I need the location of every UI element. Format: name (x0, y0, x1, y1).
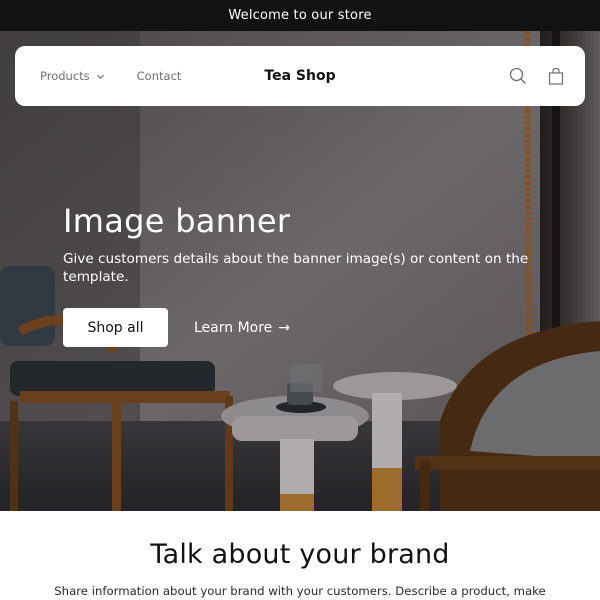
nav-item-contact[interactable]: Contact (137, 69, 182, 83)
learn-more-label: Learn More (194, 319, 273, 336)
brand-title: Talk about your brand (150, 539, 450, 570)
cart-button[interactable] (547, 67, 565, 85)
search-button[interactable] (509, 67, 527, 85)
nav-item-products[interactable]: Products (40, 69, 105, 83)
announcement-bar: Welcome to our store (0, 0, 600, 31)
brand-section: Talk about your brand Share information … (0, 511, 600, 600)
search-icon (509, 67, 526, 84)
store-logo[interactable]: Tea Shop (240, 68, 360, 84)
announcement-text: Welcome to our store (228, 8, 372, 23)
nav-item-products-label: Products (40, 69, 90, 83)
hero-content: Image banner Give customers details abou… (63, 200, 533, 347)
learn-more-link[interactable]: Learn More → (194, 320, 290, 336)
header-icons (509, 46, 565, 106)
nav-item-contact-label: Contact (136, 69, 182, 83)
hero-actions: Shop all Learn More → (63, 308, 533, 347)
chevron-down-icon (96, 74, 104, 79)
site-header: Products Contact Tea Shop (15, 46, 585, 106)
main-nav: Products Contact (40, 46, 181, 106)
shop-all-button[interactable]: Shop all (63, 308, 168, 347)
brand-description: Share information about your brand with … (54, 584, 546, 598)
hero-description: Give customers details about the banner … (63, 251, 529, 285)
hero-title: Image banner (63, 202, 291, 240)
cart-icon (548, 67, 564, 85)
arrow-right-icon: → (278, 319, 291, 336)
